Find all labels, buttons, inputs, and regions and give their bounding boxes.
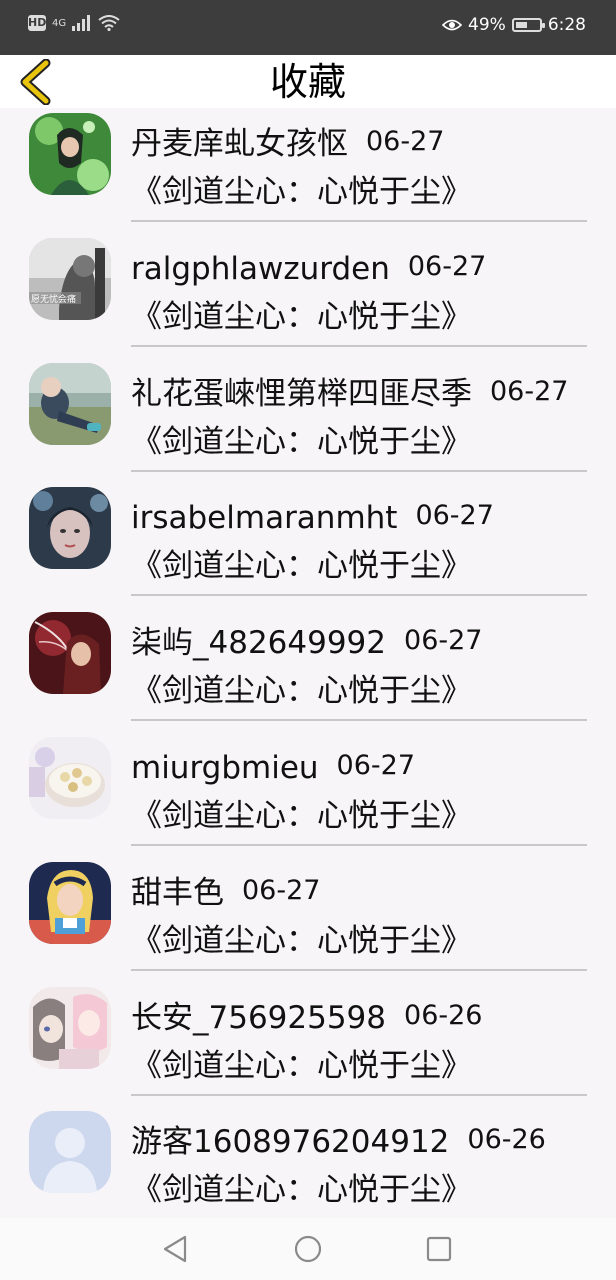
avatar-caption: 愿无忧会痛 [31, 293, 76, 305]
nav-recents-button[interactable] [424, 1234, 454, 1264]
book-title[interactable]: 《剑道尘心：心悦于尘》 [131, 297, 472, 337]
post-date: 06-27 [366, 126, 445, 157]
user-name: 游客1608976204912 [131, 1124, 450, 1161]
avatar: 愿无忧会痛 [29, 237, 111, 320]
status-left: HD 4G [28, 15, 120, 31]
post-date: 06-26 [404, 999, 483, 1031]
avatar [29, 986, 111, 1069]
divider [131, 469, 587, 472]
status-bar: HD 4G 49% 6:28 [0, 0, 616, 55]
post-date: 06-27 [415, 500, 494, 532]
signal-icon [72, 15, 91, 31]
avatar [29, 612, 111, 695]
hd-icon: HD [28, 15, 47, 31]
list-item[interactable]: irsabelmaranmht 06-27 《剑道尘心：心悦于尘》 [0, 482, 616, 607]
post-date: 06-27 [336, 749, 416, 781]
battery-fill [515, 22, 527, 28]
book-title[interactable]: 《剑道尘心：心悦于尘》 [131, 796, 472, 836]
post-date: 06-27 [242, 874, 321, 906]
network-label: 4G [52, 17, 67, 29]
book-title[interactable]: 《剑道尘心：心悦于尘》 [131, 546, 472, 586]
divider [131, 843, 587, 846]
avatar [29, 113, 111, 195]
user-name: 礼花蛋崍悝第榉四匪尽季 [131, 375, 472, 412]
avatar [29, 1111, 111, 1194]
book-title[interactable]: 《剑道尘心：心悦于尘》 [131, 671, 472, 711]
wifi-icon [98, 15, 120, 31]
title-bar: 收藏 [0, 55, 616, 108]
divider [131, 719, 587, 722]
post-date: 06-27 [407, 250, 487, 282]
list-item[interactable]: 长安_756925598 06-26 《剑道尘心：心悦于尘》 [0, 982, 616, 1107]
book-title[interactable]: 《剑道尘心：心悦于尘》 [131, 422, 472, 462]
default-avatar-icon [29, 1111, 111, 1194]
list-item[interactable]: miurgbmieu 06-27 《剑道尘心：心悦于尘》 [0, 732, 616, 857]
battery-icon [511, 18, 545, 32]
battery-percent: 49% [468, 15, 506, 35]
list-item[interactable]: 丹麦庠虬女孩怄 06-27 《剑道尘心：心悦于尘》 [0, 108, 616, 233]
user-name: miurgbmieu [131, 749, 319, 786]
list-item[interactable]: 愿无忧会痛 ralgphlawzurden 06-27 《剑道尘心：心悦于尘》 [0, 233, 616, 358]
book-title[interactable]: 《剑道尘心：心悦于尘》 [131, 1046, 472, 1086]
divider [131, 1093, 587, 1096]
list-item[interactable]: 柒屿_482649992 06-27 《剑道尘心：心悦于尘》 [0, 607, 616, 732]
list-item[interactable]: 甜丰色 06-27 《剑道尘心：心悦于尘》 [0, 857, 616, 982]
post-date: 06-27 [490, 375, 569, 407]
page-title: 收藏 [269, 60, 346, 104]
divider [131, 220, 587, 222]
divider [131, 594, 587, 597]
system-nav-bar [0, 1218, 616, 1280]
clock: 6:28 [547, 15, 586, 35]
book-title[interactable]: 《剑道尘心：心悦于尘》 [131, 1170, 472, 1210]
avatar [29, 736, 111, 819]
book-title[interactable]: 《剑道尘心：心悦于尘》 [131, 921, 472, 961]
book-title[interactable]: 《剑道尘心：心悦于尘》 [131, 172, 472, 212]
square-recents-icon [426, 1236, 452, 1262]
favorites-list: 丹麦庠虬女孩怄 06-27 《剑道尘心：心悦于尘》 愿无忧会痛 ralgphla… [0, 108, 616, 1231]
user-name: irsabelmaranmht [131, 500, 398, 537]
divider [131, 968, 587, 971]
status-right: 49% 6:28 [442, 15, 586, 35]
divider [131, 344, 587, 347]
post-date: 06-27 [404, 625, 483, 657]
triangle-back-icon [163, 1235, 187, 1263]
list-item[interactable]: 礼花蛋崍悝第榉四匪尽季 06-27 《剑道尘心：心悦于尘》 [0, 358, 616, 483]
avatar [29, 861, 111, 944]
eye-comfort-icon [442, 19, 463, 31]
user-name: ralgphlawzurden [131, 250, 390, 287]
user-name: 丹麦庠虬女孩怄 [131, 126, 348, 162]
nav-back-button[interactable] [161, 1234, 191, 1264]
avatar [29, 362, 111, 445]
user-name: 长安_756925598 [131, 999, 387, 1036]
circle-home-icon [294, 1235, 322, 1263]
avatar [29, 487, 111, 570]
user-name: 柒屿_482649992 [131, 625, 387, 662]
nav-home-button[interactable] [293, 1234, 323, 1264]
list-item[interactable]: 游客1608976204912 06-26 《剑道尘心：心悦于尘》 [0, 1106, 616, 1231]
user-name: 甜丰色 [131, 874, 224, 911]
post-date: 06-26 [467, 1124, 546, 1156]
